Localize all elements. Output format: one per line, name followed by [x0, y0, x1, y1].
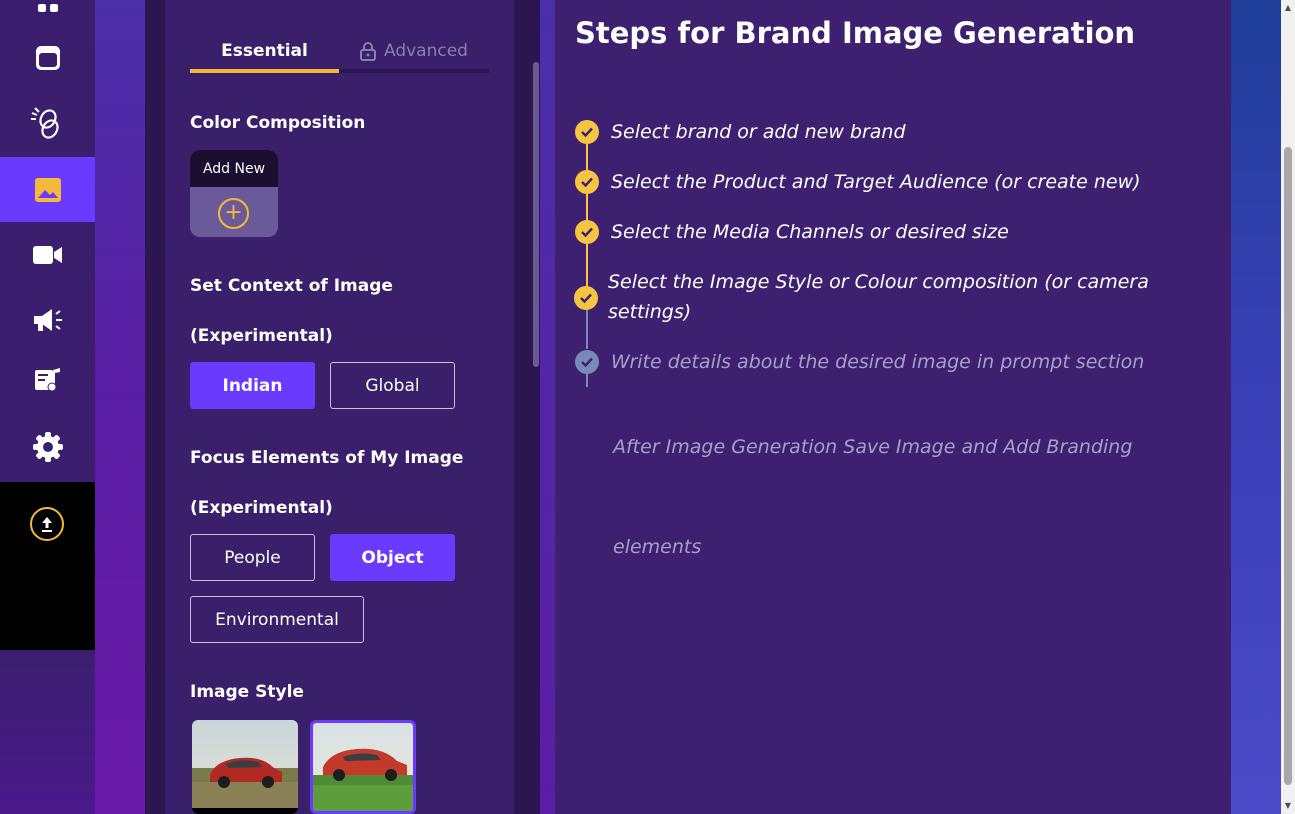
image-style-thumb-selected[interactable]	[310, 720, 416, 814]
link-sparkle-icon	[29, 105, 67, 143]
step-2-text: Select the Product and Target Audience (…	[611, 167, 1141, 197]
tab-essential-label: Essential	[221, 41, 308, 61]
add-new-label: Add New	[190, 150, 278, 187]
context-subtitle: (Experimental)	[190, 326, 333, 346]
page-title: Steps for Brand Image Generation	[575, 16, 1135, 50]
step-connector	[586, 309, 588, 349]
check-circle-icon	[575, 170, 599, 194]
rail-item-template[interactable]	[0, 25, 95, 90]
background-divider	[540, 0, 555, 814]
context-option-indian[interactable]: Indian	[190, 362, 315, 409]
megaphone-icon	[32, 307, 64, 333]
tab-advanced-label: Advanced	[384, 41, 468, 61]
check-circle-icon	[575, 350, 599, 374]
color-composition-title: Color Composition	[190, 113, 365, 133]
gear-icon	[32, 431, 64, 463]
scroll-up-icon[interactable]: ▲	[1283, 3, 1293, 13]
add-new-color-card[interactable]: Add New +	[190, 150, 278, 237]
focus-option-environmental[interactable]: Environmental	[190, 596, 364, 643]
step-5-text: Write details about the desired image in…	[611, 347, 1144, 377]
check-circle-icon	[575, 220, 599, 244]
step-connector	[586, 374, 588, 387]
panel-scrollbar[interactable]	[533, 62, 539, 367]
settings-tabs: Essential Advanced	[190, 38, 489, 74]
image-icon	[34, 177, 62, 203]
car-field-image	[192, 720, 298, 814]
page-scrollbar-thumb[interactable]	[1284, 147, 1292, 785]
step-4-text-cont: settings)	[608, 297, 691, 327]
step-connector	[586, 194, 588, 222]
scroll-down-icon[interactable]: ▼	[1283, 801, 1293, 811]
rail-item-brand[interactable]	[0, 91, 95, 156]
window-icon	[34, 44, 62, 72]
upload-button[interactable]	[30, 507, 64, 541]
car-grass-image	[313, 723, 416, 814]
context-option-global[interactable]: Global	[330, 362, 455, 409]
rail-item-music[interactable]	[0, 347, 95, 412]
focus-option-people[interactable]: People	[190, 534, 315, 581]
rail-item-image[interactable]	[0, 157, 95, 222]
image-style-thumb[interactable]	[192, 720, 298, 814]
rail-item-video[interactable]	[0, 222, 95, 287]
rail-item-settings[interactable]	[0, 414, 95, 479]
background-strip	[95, 0, 145, 814]
lock-icon	[360, 41, 376, 61]
plus-circle-icon: +	[218, 198, 249, 229]
check-circle-icon	[574, 286, 598, 310]
step-1-text: Select brand or add new brand	[611, 117, 906, 147]
background-right	[1231, 0, 1281, 814]
upload-arrow-icon	[39, 515, 55, 533]
after-generation-note: After Image Generation Save Image and Ad…	[613, 432, 1132, 462]
focus-title: Focus Elements of My Image	[190, 448, 463, 468]
image-style-title: Image Style	[190, 682, 304, 702]
video-camera-icon	[33, 244, 63, 266]
step-connector	[586, 144, 588, 172]
step-3-text: Select the Media Channels or desired siz…	[611, 217, 1009, 247]
focus-subtitle: (Experimental)	[190, 498, 333, 518]
grid-icon	[35, 0, 61, 16]
after-generation-note-cont: elements	[613, 532, 701, 562]
focus-option-object[interactable]: Object	[330, 534, 455, 581]
rail-lower-area	[0, 650, 95, 814]
context-title: Set Context of Image	[190, 276, 393, 296]
rail-item-campaign[interactable]	[0, 287, 95, 352]
step-4-text: Select the Image Style or Colour composi…	[608, 267, 1149, 297]
music-note-icon	[33, 366, 63, 394]
step-connector	[586, 244, 588, 287]
tab-advanced[interactable]: Advanced	[339, 38, 489, 73]
icon-rail	[0, 0, 95, 814]
check-circle-icon	[575, 120, 599, 144]
tab-essential[interactable]: Essential	[190, 38, 339, 73]
